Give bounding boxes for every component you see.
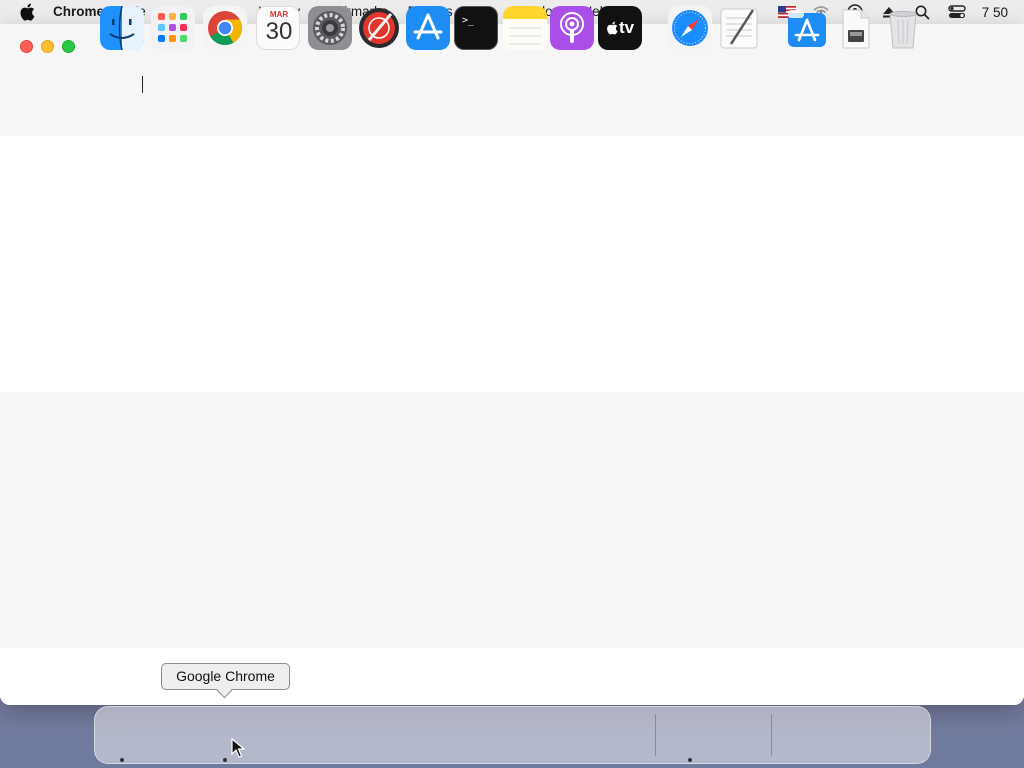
window-controls [20, 40, 75, 53]
mouse-pointer-icon [231, 737, 246, 758]
page-content-bottom[interactable] [0, 648, 1024, 705]
dock-finder-icon[interactable] [100, 6, 144, 50]
dock [94, 706, 931, 764]
dock-separator [771, 714, 772, 756]
apple-menu-icon[interactable] [17, 2, 37, 22]
close-window-button[interactable] [20, 40, 33, 53]
chrome-window [0, 24, 1024, 705]
dock-system-preferences-icon[interactable] [308, 6, 352, 50]
dock-document-icon[interactable] [833, 6, 877, 50]
dock-apple-tv-icon[interactable]: tv [598, 6, 642, 50]
dock-terminal-icon[interactable]: >_ [454, 6, 498, 50]
dock-instruments-icon[interactable] [357, 6, 401, 50]
dock-chrome-icon[interactable] [203, 6, 247, 50]
dock-calendar-icon[interactable]: MAR 30 [256, 6, 300, 50]
page-content-band[interactable] [0, 392, 1024, 648]
page-content[interactable] [0, 136, 1024, 392]
dock-podcasts-icon[interactable] [550, 6, 594, 50]
dock-textedit-icon[interactable] [717, 6, 761, 50]
dock-tooltip: Google Chrome [161, 663, 290, 690]
maximize-window-button[interactable] [62, 40, 75, 53]
apple-tv-label: tv [618, 18, 635, 37]
text-caret [142, 76, 143, 93]
dock-separator [655, 714, 656, 756]
dock-trash-icon[interactable] [881, 6, 925, 50]
running-indicator [688, 758, 692, 762]
dock-downloads-folder-icon[interactable] [785, 6, 829, 50]
menu-clock[interactable]: 7 50 [974, 5, 1024, 20]
dock-launchpad-icon[interactable] [151, 6, 195, 50]
terminal-prompt: >_ [462, 15, 475, 26]
running-indicator [223, 758, 227, 762]
dock-app-store-icon[interactable] [406, 6, 450, 50]
dock-safari-icon[interactable] [668, 6, 712, 50]
minimize-window-button[interactable] [41, 40, 54, 53]
dock-notes-icon[interactable] [503, 6, 547, 50]
running-indicator [120, 758, 124, 762]
control-center-icon[interactable] [940, 0, 974, 24]
calendar-day: 30 [265, 18, 293, 45]
